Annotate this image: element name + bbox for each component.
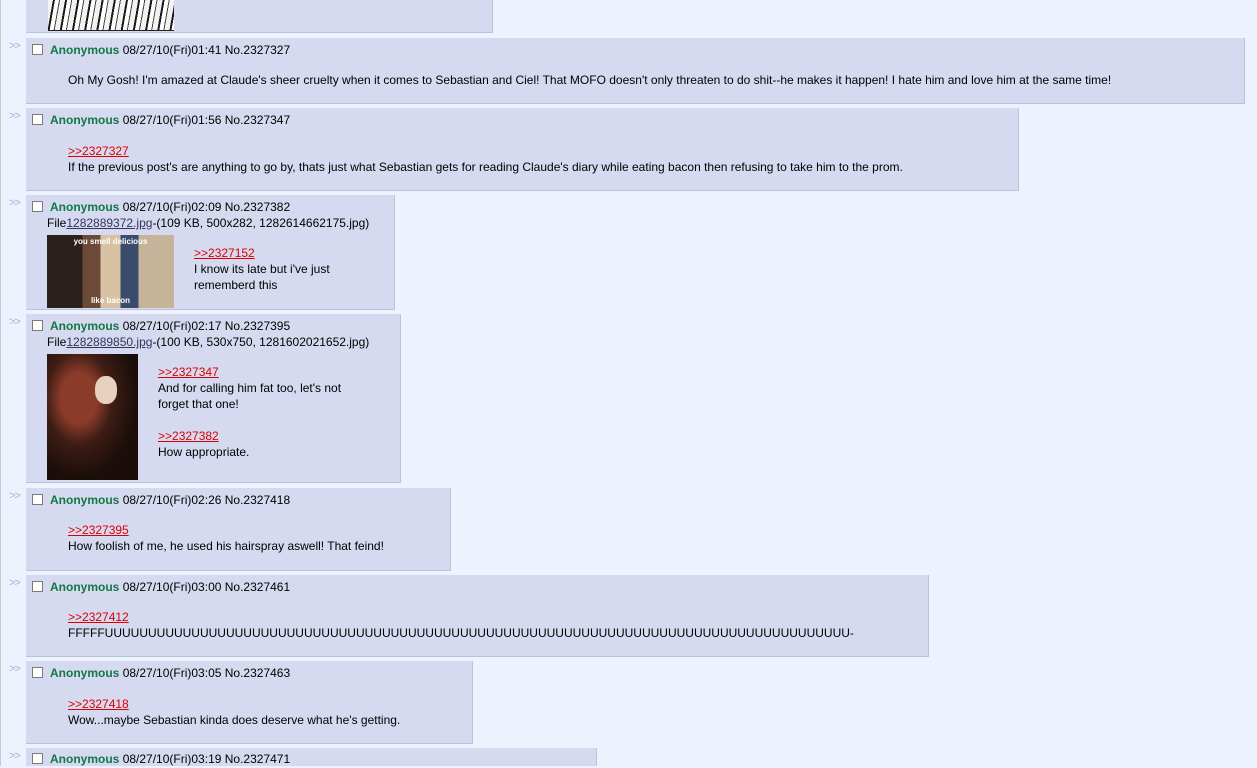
delete-checkbox[interactable] (32, 667, 43, 678)
reply-post: Anonymous 08/27/10(Fri)02:26 No.2327418 … (26, 488, 451, 571)
message-line: forget that one! (158, 397, 239, 411)
post-header: Anonymous 08/27/10(Fri)02:17 No.2327395 (32, 318, 290, 335)
reply-arrows: >> (9, 750, 21, 762)
reply-post: Anonymous 08/27/10(Fri)03:05 No.2327463 … (26, 661, 473, 744)
message-line: Oh My Gosh! I'm amazed at Claude's sheer… (68, 73, 1112, 87)
file-link[interactable]: 1282889372.jpg (66, 216, 152, 230)
reply-post: Anonymous 08/27/10(Fri)02:09 No.2327382 … (26, 195, 395, 310)
thumbnail-caption-bottom: like bacon (90, 296, 131, 305)
post-message: >>2327395 How foolish of me, he used his… (68, 522, 384, 554)
thumbnail-caption-top: you smell delicious (73, 237, 148, 246)
post-header: Anonymous 08/27/10(Fri)03:05 No.2327463 (32, 665, 290, 682)
file-details: -(109 KB, 500x282, 1282614662175.jpg) (152, 216, 370, 230)
post-header: Anonymous 08/27/10(Fri)02:09 No.2327382 (32, 199, 290, 216)
message-line: rememberd this (194, 278, 278, 292)
quote-link[interactable]: >>2327327 (68, 143, 903, 159)
poster-name: Anonymous (50, 666, 120, 680)
poster-name: Anonymous (50, 319, 120, 333)
post-thumbnail[interactable]: you smell delicious like bacon (47, 235, 174, 308)
previous-post-thumbnail[interactable] (48, 0, 174, 31)
post-meta[interactable]: 08/27/10(Fri)03:19 No.2327471 (123, 752, 290, 766)
reply-arrows: >> (9, 110, 21, 122)
reply-arrows: >> (9, 197, 21, 209)
delete-checkbox[interactable] (32, 44, 43, 55)
reply-post: Anonymous 08/27/10(Fri)02:17 No.2327395 … (26, 314, 401, 483)
post-message: Oh My Gosh! I'm amazed at Claude's sheer… (68, 72, 1111, 88)
quote-link[interactable]: >>2327395 (68, 522, 384, 538)
post-meta[interactable]: 08/27/10(Fri)03:00 No.2327461 (123, 580, 290, 594)
quote-link[interactable]: >>2327418 (68, 696, 400, 712)
post-header: Anonymous 08/27/10(Fri)01:56 No.2327347 (32, 112, 290, 129)
post-meta[interactable]: 08/27/10(Fri)03:05 No.2327463 (123, 666, 290, 680)
delete-checkbox[interactable] (32, 581, 43, 592)
poster-name: Anonymous (50, 580, 120, 594)
delete-checkbox[interactable] (32, 753, 43, 764)
post-message: >>2327152 I know its late but i've just … (194, 245, 330, 293)
message-line: How foolish of me, he used his hairspray… (68, 539, 384, 553)
post-message: >>2327327 If the previous post's are any… (68, 143, 903, 175)
post-meta[interactable]: 08/27/10(Fri)02:26 No.2327418 (123, 493, 290, 507)
post-meta[interactable]: 08/27/10(Fri)02:09 No.2327382 (123, 200, 290, 214)
post-header: Anonymous 08/27/10(Fri)03:00 No.2327461 (32, 579, 290, 596)
post-meta[interactable]: 08/27/10(Fri)02:17 No.2327395 (123, 319, 290, 333)
reply-post: Anonymous 08/27/10(Fri)03:19 No.2327471 (26, 748, 597, 766)
poster-name: Anonymous (50, 752, 120, 766)
page-edge (0, 0, 1, 766)
post-header: Anonymous 08/27/10(Fri)03:19 No.2327471 (32, 751, 290, 768)
file-link[interactable]: 1282889850.jpg (66, 335, 152, 349)
file-info: File1282889850.jpg-(100 KB, 530x750, 128… (47, 335, 369, 349)
message-line: I know its late but i've just (194, 262, 330, 276)
reply-arrows: >> (9, 577, 21, 589)
reply-arrows: >> (9, 490, 21, 502)
post-meta[interactable]: 08/27/10(Fri)01:56 No.2327347 (123, 113, 290, 127)
post-message: >>2327412 FFFFFUUUUUUUUUUUUUUUUUUUUUUUUU… (68, 609, 854, 641)
delete-checkbox[interactable] (32, 201, 43, 212)
file-info: File1282889372.jpg-(109 KB, 500x282, 128… (47, 216, 369, 230)
reply-arrows: >> (9, 40, 21, 52)
poster-name: Anonymous (50, 113, 120, 127)
quote-link[interactable]: >>2327152 (194, 245, 330, 261)
message-line: FFFFFUUUUUUUUUUUUUUUUUUUUUUUUUUUUUUUUUUU… (68, 626, 854, 640)
delete-checkbox[interactable] (32, 320, 43, 331)
quote-link[interactable]: >>2327412 (68, 609, 854, 625)
post-thumbnail[interactable] (47, 354, 138, 480)
reply-arrows: >> (9, 663, 21, 675)
reply-post: Anonymous 08/27/10(Fri)01:56 No.2327347 … (26, 108, 1019, 191)
post-message: >>2327347 And for calling him fat too, l… (158, 364, 341, 460)
quote-link[interactable]: >>2327382 (158, 428, 341, 444)
post-message: >>2327418 Wow...maybe Sebastian kinda do… (68, 696, 400, 728)
message-line: Wow...maybe Sebastian kinda does deserve… (68, 713, 401, 727)
reply-arrows: >> (9, 316, 21, 328)
file-details: -(100 KB, 530x750, 1281602021652.jpg) (152, 335, 370, 349)
previous-post-fragment (26, 0, 493, 33)
poster-name: Anonymous (50, 43, 120, 57)
message-line: And for calling him fat too, let's not (158, 381, 342, 395)
post-meta[interactable]: 08/27/10(Fri)01:41 No.2327327 (123, 43, 290, 57)
poster-name: Anonymous (50, 493, 120, 507)
file-label: File (47, 216, 67, 230)
reply-post: Anonymous 08/27/10(Fri)01:41 No.2327327 … (26, 38, 1245, 104)
poster-name: Anonymous (50, 200, 120, 214)
reply-post: Anonymous 08/27/10(Fri)03:00 No.2327461 … (26, 575, 929, 657)
post-header: Anonymous 08/27/10(Fri)01:41 No.2327327 (32, 42, 290, 59)
delete-checkbox[interactable] (32, 114, 43, 125)
quote-link[interactable]: >>2327347 (158, 364, 341, 380)
file-label: File (47, 335, 67, 349)
message-line: How appropriate. (158, 445, 250, 459)
post-header: Anonymous 08/27/10(Fri)02:26 No.2327418 (32, 492, 290, 509)
message-line: If the previous post's are anything to g… (68, 160, 903, 174)
delete-checkbox[interactable] (32, 494, 43, 505)
